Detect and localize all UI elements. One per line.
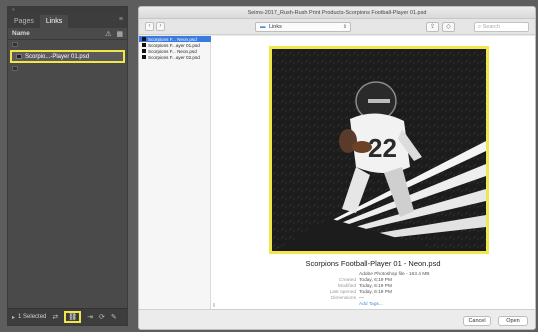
preview-meta: Adobe Photoshop file - 163.4 MB Created T… xyxy=(211,272,535,308)
file-name: Scorpions F...ayer 02.psd xyxy=(148,54,200,60)
relink-icon[interactable]: ⛓ xyxy=(64,311,82,323)
name-column-header[interactable]: Name xyxy=(12,30,100,37)
location-label: Links xyxy=(269,24,282,30)
link-thumbnail xyxy=(12,66,18,71)
share-icon[interactable]: ⇪ xyxy=(426,22,439,32)
link-thumbnail xyxy=(12,42,18,47)
tab-links[interactable]: Links xyxy=(39,15,69,28)
meta-row: Add Tags... xyxy=(211,302,535,308)
cancel-button[interactable]: Cancel xyxy=(463,316,491,326)
file-list: Scorpions F... Neon.psd Scorpions F...ay… xyxy=(139,36,211,60)
dialog-toolbar: ‹ › ▬ Links ⇕ ⇪ ◇ ⌕ Search xyxy=(139,19,535,35)
file-name: Scorpions F... Neon.psd xyxy=(148,36,197,42)
chevron-updown-icon: ⇕ xyxy=(342,24,347,30)
preview-pane: 22 Scorpions Football-Player 01 - Neon.p… xyxy=(211,36,535,309)
selected-count: ▸ 1 Selected xyxy=(12,314,46,321)
file-thumbnail xyxy=(142,55,146,59)
file-name: Scorpions F...ayer 01.psd xyxy=(148,42,200,48)
dialog-title: Seims-2017_Rush-Rush Print Products-Scor… xyxy=(139,7,535,19)
svg-text:22: 22 xyxy=(368,133,397,163)
links-header: Name ⚠ ▦ xyxy=(8,28,127,40)
disclosure-icon[interactable]: ▸ xyxy=(12,314,15,321)
back-icon[interactable]: ‹ xyxy=(145,22,154,31)
warning-column-icon[interactable]: ⚠ xyxy=(105,30,111,38)
file-item[interactable]: Scorpions F...ayer 02.psd xyxy=(139,54,211,60)
link-thumbnail xyxy=(16,54,22,59)
tab-pages[interactable]: Pages xyxy=(8,15,40,28)
selected-count-label: 1 Selected xyxy=(18,314,47,320)
cc-libraries-icon[interactable]: ⇄ xyxy=(52,313,58,321)
football-player-image: 22 xyxy=(272,49,486,251)
file-thumbnail xyxy=(142,43,146,47)
link-row-selected[interactable]: Scorpio...-Player 01.psd xyxy=(10,50,125,63)
link-row-label: Scorpio...-Player 01.psd xyxy=(25,53,90,60)
location-select[interactable]: ▬ Links ⇕ xyxy=(255,22,351,32)
file-name: Scorpions F... Neon.psd xyxy=(148,48,197,54)
meta-key xyxy=(211,302,359,308)
links-panel: « Pages Links ≡ Name ⚠ ▦ Scorpio...-Play… xyxy=(7,6,128,326)
link-row-ghost xyxy=(8,40,127,49)
forward-icon[interactable]: › xyxy=(156,22,165,31)
file-thumbnail xyxy=(142,49,146,53)
screen: « Pages Links ≡ Name ⚠ ▦ Scorpio...-Play… xyxy=(0,0,538,332)
search-placeholder: Search xyxy=(482,24,501,30)
tag-icon[interactable]: ◇ xyxy=(442,22,455,32)
relink-dialog: Seims-2017_Rush-Rush Print Products-Scor… xyxy=(138,6,536,330)
folder-icon: ▬ xyxy=(260,24,266,30)
panel-tabs: Pages Links ≡ xyxy=(8,13,127,28)
file-list-column: Scorpions F... Neon.psd Scorpions F...ay… xyxy=(139,36,211,309)
search-input[interactable]: ⌕ Search xyxy=(474,22,529,32)
page-column-icon[interactable]: ▦ xyxy=(116,30,123,38)
link-row-ghost xyxy=(8,64,127,73)
preview-image: 22 xyxy=(269,46,489,254)
panel-menu-icon[interactable]: ≡ xyxy=(119,16,123,23)
add-tags-link[interactable]: Add Tags... xyxy=(359,302,383,308)
preview-title: Scorpions Football-Player 01 - Neon.psd xyxy=(305,259,441,268)
dialog-buttons: Cancel Open xyxy=(139,309,535,329)
update-link-icon[interactable]: ⟳ xyxy=(99,313,105,321)
open-button[interactable]: Open xyxy=(498,316,528,326)
goto-link-icon[interactable]: ⇥ xyxy=(87,313,93,321)
file-thumbnail xyxy=(142,37,146,41)
edit-original-icon[interactable]: ✎ xyxy=(111,313,117,321)
panel-footer: ▸ 1 Selected ⇄ ⛓ ⇥ ⟳ ✎ xyxy=(8,308,127,325)
